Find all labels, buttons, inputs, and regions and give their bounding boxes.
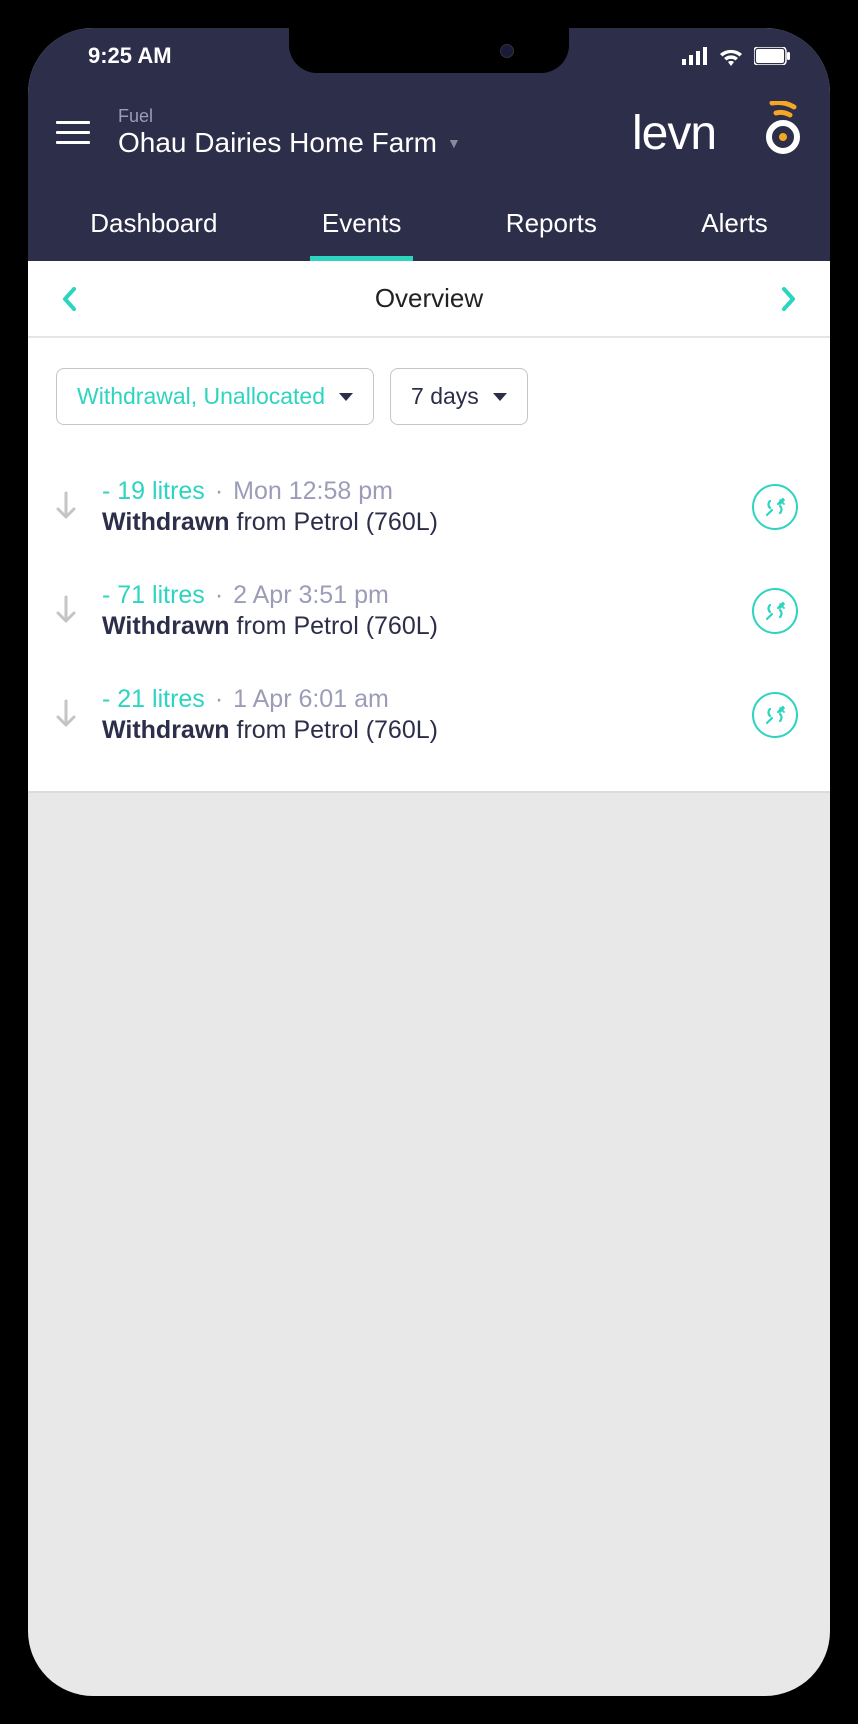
logo: levn <box>632 101 802 163</box>
event-action: Withdrawn <box>102 508 230 536</box>
overview-title: Overview <box>375 283 483 314</box>
event-content: - 19 litres · Mon 12:58 pm Withdrawn fro… <box>102 477 730 537</box>
arrow-down-icon <box>52 489 80 525</box>
event-top: - 19 litres · Mon 12:58 pm <box>102 477 730 506</box>
header-left: Fuel Ohau Dairies Home Farm ▼ <box>56 106 461 159</box>
status-time: 9:25 AM <box>88 43 172 69</box>
header-titles: Fuel Ohau Dairies Home Farm ▼ <box>118 106 461 159</box>
arrow-down-icon <box>52 697 80 733</box>
unlink-button[interactable] <box>752 588 798 634</box>
phone-frame: 9:25 AM Fuel <box>0 0 858 1724</box>
event-time: 2 Apr 3:51 pm <box>233 581 389 610</box>
svg-text:levn: levn <box>632 107 716 160</box>
unlink-button[interactable] <box>752 692 798 738</box>
list-item: - 21 litres · 1 Apr 6:01 am Withdrawn fr… <box>28 663 830 767</box>
filters: Withdrawal, Unallocated 7 days <box>28 338 830 445</box>
screen: 9:25 AM Fuel <box>28 28 830 1696</box>
chevron-left-icon[interactable] <box>60 285 78 313</box>
events-list: - 19 litres · Mon 12:58 pm Withdrawn fro… <box>28 445 830 793</box>
event-content: - 21 litres · 1 Apr 6:01 am Withdrawn fr… <box>102 685 730 745</box>
event-content: - 71 litres · 2 Apr 3:51 pm Withdrawn fr… <box>102 581 730 641</box>
unlink-button[interactable] <box>752 484 798 530</box>
event-detail: Withdrawn from Petrol (760L) <box>102 716 730 745</box>
filter-range-label: 7 days <box>411 383 479 410</box>
wifi-icon <box>718 46 744 66</box>
event-amount: - 71 litres <box>102 581 205 610</box>
event-action: Withdrawn <box>102 612 230 640</box>
event-source: from Petrol (760L) <box>230 716 438 744</box>
event-top: - 71 litres · 2 Apr 3:51 pm <box>102 581 730 610</box>
tab-events[interactable]: Events <box>310 188 414 261</box>
arrow-down-icon <box>52 593 80 629</box>
event-amount: - 19 litres <box>102 477 205 506</box>
separator-dot: · <box>215 477 223 506</box>
battery-icon <box>754 47 790 65</box>
tabs: Dashboard Events Reports Alerts <box>28 188 830 261</box>
camera-icon <box>500 44 514 58</box>
hamburger-icon[interactable] <box>56 121 90 144</box>
filter-type[interactable]: Withdrawal, Unallocated <box>56 368 374 425</box>
event-amount: - 21 litres <box>102 685 205 714</box>
list-item: - 19 litres · Mon 12:58 pm Withdrawn fro… <box>28 455 830 559</box>
filter-range[interactable]: 7 days <box>390 368 528 425</box>
tab-reports[interactable]: Reports <box>494 188 609 261</box>
tab-alerts[interactable]: Alerts <box>689 188 779 261</box>
signal-icon <box>682 47 708 65</box>
filter-type-label: Withdrawal, Unallocated <box>77 383 325 410</box>
event-top: - 21 litres · 1 Apr 6:01 am <box>102 685 730 714</box>
chevron-right-icon[interactable] <box>780 285 798 313</box>
tab-dashboard[interactable]: Dashboard <box>78 188 229 261</box>
event-detail: Withdrawn from Petrol (760L) <box>102 612 730 641</box>
separator-dot: · <box>215 581 223 610</box>
overview-bar: Overview <box>28 261 830 338</box>
event-source: from Petrol (760L) <box>230 508 438 536</box>
event-time: Mon 12:58 pm <box>233 477 393 506</box>
header-subtitle: Fuel <box>118 106 461 127</box>
app-header: Fuel Ohau Dairies Home Farm ▼ levn <box>28 83 830 188</box>
event-time: 1 Apr 6:01 am <box>233 685 389 714</box>
chevron-down-icon: ▼ <box>447 135 461 151</box>
separator-dot: · <box>215 685 223 714</box>
event-source: from Petrol (760L) <box>230 612 438 640</box>
caret-down-icon <box>493 393 507 401</box>
event-detail: Withdrawn from Petrol (760L) <box>102 508 730 537</box>
list-item: - 71 litres · 2 Apr 3:51 pm Withdrawn fr… <box>28 559 830 663</box>
event-action: Withdrawn <box>102 716 230 744</box>
header-title: Ohau Dairies Home Farm <box>118 127 437 159</box>
farm-selector[interactable]: Ohau Dairies Home Farm ▼ <box>118 127 461 159</box>
notch <box>289 28 569 73</box>
status-icons <box>682 46 790 66</box>
caret-down-icon <box>339 393 353 401</box>
